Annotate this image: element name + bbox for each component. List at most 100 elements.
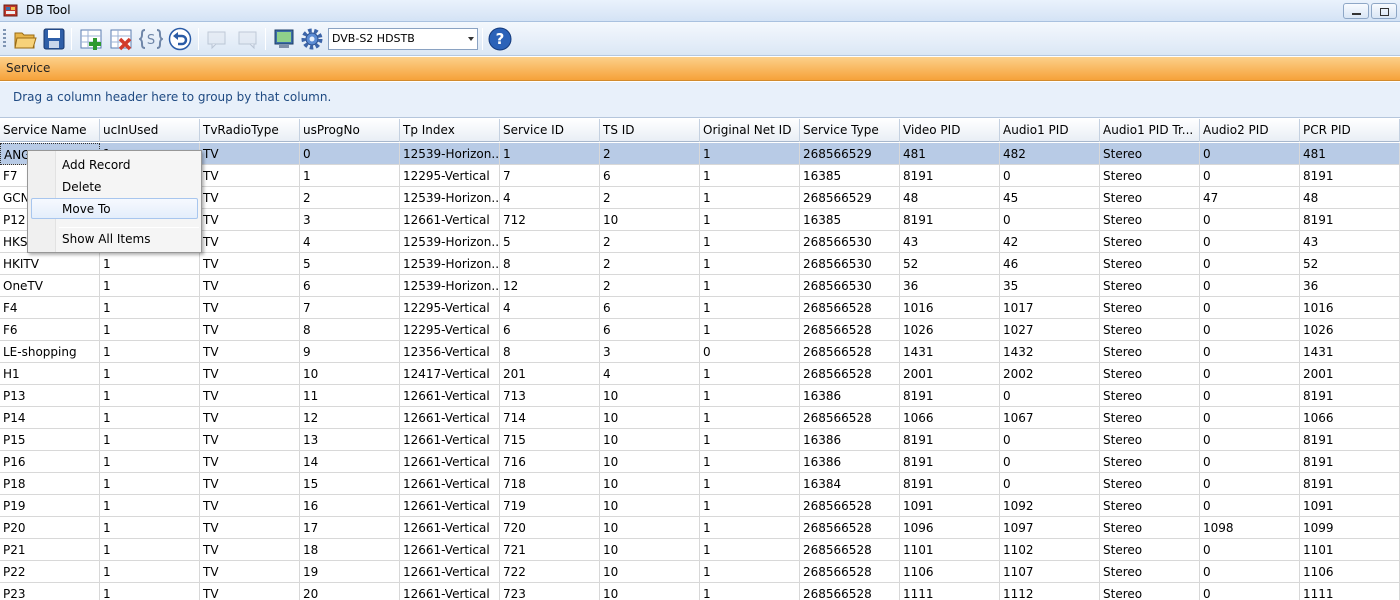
table-cell[interactable]: 1 [100, 275, 200, 297]
table-cell[interactable]: 268566528 [800, 319, 900, 341]
table-cell[interactable]: 12661-Vertical [400, 385, 500, 407]
delete-icon[interactable] [109, 27, 133, 51]
table-cell[interactable]: 1107 [1000, 561, 1100, 583]
table-cell[interactable]: 10 [600, 209, 700, 231]
table-cell[interactable]: 1 [700, 319, 800, 341]
table-cell[interactable]: TV [200, 517, 300, 539]
table-cell[interactable]: TV [200, 473, 300, 495]
table-cell[interactable]: 1091 [1300, 495, 1400, 517]
table-row[interactable]: F6 1 TV 8 12295-Vertical 6 6 1 268566528 1026 1027… [0, 319, 1400, 341]
table-cell[interactable]: 0 [1000, 165, 1100, 187]
column-header[interactable]: Video PID [900, 119, 1000, 142]
table-row[interactable]: P121TV312661-Vertical7121011638581910Ste… [0, 209, 1400, 231]
table-cell[interactable]: 16384 [800, 473, 900, 495]
table-cell[interactable]: 8 [500, 341, 600, 363]
table-cell[interactable]: 6 [600, 297, 700, 319]
table-cell[interactable]: 46 [1000, 253, 1100, 275]
table-cell[interactable]: 8 [300, 319, 400, 341]
table-cell[interactable]: 8191 [1300, 473, 1400, 495]
table-cell[interactable]: 1098 [1200, 517, 1300, 539]
table-cell[interactable]: 8191 [900, 473, 1000, 495]
table-cell[interactable]: 268566530 [800, 275, 900, 297]
table-cell[interactable]: P22 [0, 561, 100, 583]
table-row[interactable]: P23 1 TV 20 12661-Vertical 723 10 1 268566528 111… [0, 583, 1400, 600]
minimize-button[interactable] [1343, 3, 1369, 19]
table-cell[interactable]: 268566529 [800, 187, 900, 209]
table-cell[interactable]: 0 [1200, 407, 1300, 429]
table-cell[interactable]: 1101 [900, 539, 1000, 561]
table-cell[interactable]: 16385 [800, 165, 900, 187]
table-cell[interactable]: 0 [300, 143, 400, 165]
table-cell[interactable]: TV [200, 187, 300, 209]
table-cell[interactable]: 1 [100, 517, 200, 539]
table-cell[interactable]: 1 [100, 583, 200, 600]
table-cell[interactable]: TV [200, 231, 300, 253]
table-cell[interactable]: P16 [0, 451, 100, 473]
table-cell[interactable]: 8191 [900, 165, 1000, 187]
table-row[interactable]: P14 1 TV 12 12661-Vertical 714 10 1 268566528 106… [0, 407, 1400, 429]
table-cell[interactable]: 1 [700, 253, 800, 275]
table-cell[interactable]: 1 [700, 187, 800, 209]
table-cell[interactable]: 8191 [1300, 209, 1400, 231]
table-cell[interactable]: 1 [100, 429, 200, 451]
table-cell[interactable]: 1 [700, 495, 800, 517]
column-header[interactable]: PCR PID [1300, 119, 1400, 142]
table-cell[interactable]: Stereo [1100, 231, 1200, 253]
table-cell[interactable]: 1431 [900, 341, 1000, 363]
table-cell[interactable]: 4 [500, 187, 600, 209]
table-cell[interactable]: 1 [100, 407, 200, 429]
table-cell[interactable]: Stereo [1100, 143, 1200, 165]
table-cell[interactable]: P23 [0, 583, 100, 600]
comment-out-icon[interactable] [236, 27, 260, 51]
table-cell[interactable]: 42 [1000, 231, 1100, 253]
table-cell[interactable]: 481 [900, 143, 1000, 165]
table-cell[interactable]: 1 [700, 429, 800, 451]
table-cell[interactable]: 12661-Vertical [400, 473, 500, 495]
table-row[interactable]: OneTV 1 TV 6 12539-Horizon... 12 2 1 268566530 36… [0, 275, 1400, 297]
table-cell[interactable]: 1 [100, 385, 200, 407]
table-cell[interactable]: 1026 [1300, 319, 1400, 341]
column-header[interactable]: TS ID [600, 119, 700, 142]
table-cell[interactable]: 268566530 [800, 253, 900, 275]
table-cell[interactable]: HKITV [0, 253, 100, 275]
table-cell[interactable]: Stereo [1100, 209, 1200, 231]
table-cell[interactable]: 6 [300, 275, 400, 297]
table-row[interactable]: GCN1TV212539-Horizon...4212685665294845S… [0, 187, 1400, 209]
table-cell[interactable]: 7 [500, 165, 600, 187]
menu-item-add-record[interactable]: Add Record [31, 154, 198, 175]
table-cell[interactable]: Stereo [1100, 561, 1200, 583]
table-row[interactable]: ANGE1TV012539-Horizon...1212685665294814… [0, 143, 1400, 165]
table-cell[interactable]: 19 [300, 561, 400, 583]
table-cell[interactable]: 10 [300, 363, 400, 385]
table-cell[interactable]: 0 [1200, 297, 1300, 319]
table-cell[interactable]: 12661-Vertical [400, 561, 500, 583]
table-cell[interactable]: Stereo [1100, 275, 1200, 297]
settings-gear-icon[interactable] [300, 27, 324, 51]
table-cell[interactable]: 201 [500, 363, 600, 385]
table-cell[interactable]: 1 [700, 561, 800, 583]
table-cell[interactable]: 2002 [1000, 363, 1100, 385]
table-row[interactable]: P13 1 TV 11 12661-Vertical 713 10 1 16386 8191 0 St… [0, 385, 1400, 407]
table-cell[interactable]: 1 [100, 495, 200, 517]
table-cell[interactable]: 10 [600, 517, 700, 539]
table-cell[interactable]: 2 [300, 187, 400, 209]
menu-item-show-all-items[interactable]: Show All Items [31, 228, 198, 249]
table-row[interactable]: P15 1 TV 13 12661-Vertical 715 10 1 16386 8191 0 St… [0, 429, 1400, 451]
table-cell[interactable]: 2 [600, 253, 700, 275]
column-header[interactable]: Service ID [500, 119, 600, 142]
table-cell[interactable]: 0 [1200, 209, 1300, 231]
table-row[interactable]: P21 1 TV 18 12661-Vertical 721 10 1 268566528 110… [0, 539, 1400, 561]
table-cell[interactable]: 0 [1200, 495, 1300, 517]
table-cell[interactable]: 10 [600, 495, 700, 517]
table-cell[interactable]: 15 [300, 473, 400, 495]
toolbar-grip[interactable] [3, 29, 6, 49]
table-cell[interactable]: P18 [0, 473, 100, 495]
table-cell[interactable]: 12417-Vertical [400, 363, 500, 385]
table-cell[interactable]: TV [200, 363, 300, 385]
column-header[interactable]: Service Name [0, 119, 100, 142]
table-cell[interactable]: 1096 [900, 517, 1000, 539]
table-cell[interactable]: 1432 [1000, 341, 1100, 363]
table-cell[interactable]: 0 [1200, 165, 1300, 187]
table-cell[interactable]: 1027 [1000, 319, 1100, 341]
table-cell[interactable]: 8191 [1300, 165, 1400, 187]
